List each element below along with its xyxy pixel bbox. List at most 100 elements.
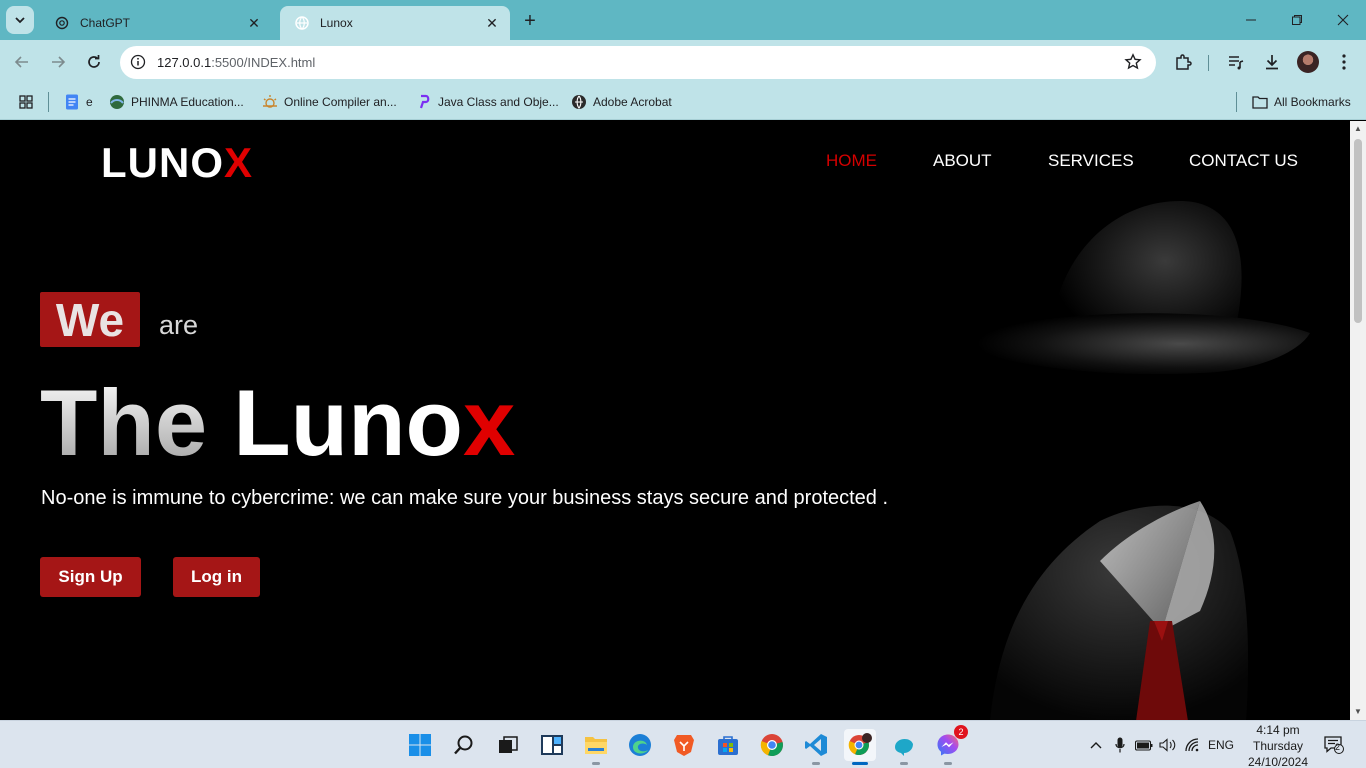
running-indicator [592, 762, 600, 765]
tab-strip: ChatGPT ✕ Lunox ✕ + [0, 0, 1366, 40]
bookmark-item[interactable]: Online Compiler an... [262, 92, 397, 112]
start-button[interactable] [404, 729, 436, 761]
brave-icon [674, 735, 694, 756]
scrollbar-thumb[interactable] [1354, 139, 1362, 323]
bookmarks-divider [48, 92, 49, 112]
running-indicator [944, 762, 952, 765]
volume-button[interactable] [1157, 735, 1179, 755]
playlist-icon [1229, 56, 1244, 70]
url-text[interactable]: 127.0.0.1:5500/INDEX.html [157, 55, 315, 70]
vscode-button[interactable] [800, 729, 832, 765]
messenger-button[interactable]: 2 [932, 725, 968, 765]
nav-about[interactable]: ABOUT [933, 151, 992, 171]
file-explorer-button[interactable] [580, 729, 612, 765]
log-in-button[interactable]: Log in [173, 557, 260, 597]
close-window-button[interactable] [1320, 0, 1366, 40]
bookmarks-divider [1236, 92, 1237, 112]
clock-day: Thursday [1252, 739, 1304, 753]
widgets-button[interactable] [536, 729, 568, 761]
wifi-icon [1185, 738, 1199, 752]
chrome-button[interactable] [756, 729, 788, 761]
nav-contact-us[interactable]: CONTACT US [1189, 151, 1298, 171]
hero-headline: The Lunox [40, 369, 515, 477]
logo-text: LUNO [101, 139, 224, 186]
windows-start-icon [409, 734, 431, 756]
store-icon [718, 736, 738, 755]
kebab-menu-icon [1342, 54, 1346, 70]
brave-button[interactable] [668, 729, 700, 761]
reload-button[interactable] [82, 50, 106, 74]
apps-shortcut[interactable] [18, 92, 40, 112]
task-view-icon [499, 736, 518, 753]
tab-title: Lunox [320, 16, 353, 30]
site-info-icon[interactable] [128, 52, 148, 72]
notification-center-button[interactable]: 2 [1322, 735, 1346, 755]
tab-chatgpt[interactable]: ChatGPT ✕ [40, 6, 272, 40]
tab-search-button[interactable] [6, 6, 34, 34]
nav-services[interactable]: SERVICES [1048, 151, 1134, 171]
minimize-icon [1246, 19, 1256, 21]
bookmarks-bar: e PHINMA Education... Online Compiler an… [0, 85, 1366, 120]
bookmark-item[interactable]: Adobe Acrobat [571, 92, 672, 112]
downloads-button[interactable] [1260, 50, 1284, 74]
edge-dev-button[interactable] [888, 729, 920, 765]
url-host: 127.0.0.1 [157, 55, 212, 70]
sign-up-button[interactable]: Sign Up [40, 557, 141, 597]
chrome-profile-button[interactable] [844, 729, 876, 765]
all-bookmarks-button[interactable]: All Bookmarks [1252, 92, 1351, 112]
minimize-button[interactable] [1228, 0, 1274, 40]
windows-taskbar: 2 ENG 4:14 pm Thursday 24/10/2024 2 [0, 720, 1366, 768]
bookmark-label: e [86, 95, 93, 109]
bookmark-item[interactable]: e [64, 92, 93, 112]
forward-button[interactable] [46, 50, 70, 74]
search-button[interactable] [448, 729, 480, 761]
reload-icon [88, 55, 100, 68]
page-scrollbar[interactable]: ▲ ▼ [1350, 121, 1366, 720]
extensions-button[interactable] [1171, 50, 1195, 74]
network-button[interactable] [1183, 735, 1203, 755]
close-tab-icon[interactable]: ✕ [484, 15, 500, 31]
close-tab-icon[interactable]: ✕ [246, 15, 262, 31]
media-controls-button[interactable] [1224, 50, 1248, 74]
openai-icon [54, 15, 70, 31]
bookmark-item[interactable]: Java Class and Obje... [416, 92, 559, 112]
battery-button[interactable] [1133, 735, 1155, 755]
file-explorer-icon [585, 737, 607, 754]
scroll-down-icon[interactable]: ▼ [1354, 708, 1362, 716]
notification-count: 2 [1335, 742, 1341, 752]
language-indicator[interactable]: ENG [1207, 735, 1235, 755]
chrome-icon [760, 734, 783, 757]
all-bookmarks-label: All Bookmarks [1274, 95, 1351, 109]
show-hidden-icons-button[interactable] [1087, 735, 1105, 755]
restore-button[interactable] [1274, 0, 1320, 40]
vscode-icon [805, 734, 827, 756]
volume-icon [1159, 738, 1176, 752]
store-button[interactable] [712, 729, 744, 761]
edge-button[interactable] [624, 729, 656, 761]
nav-home[interactable]: HOME [826, 151, 877, 171]
bookmark-item[interactable]: PHINMA Education... [109, 92, 244, 112]
globe-icon [294, 15, 310, 31]
microphone-button[interactable] [1111, 735, 1129, 755]
hero-are-text: are [159, 310, 199, 340]
arrow-left-icon [14, 56, 28, 68]
logo-accent-x: X [224, 139, 254, 186]
tab-lunox[interactable]: Lunox ✕ [280, 6, 510, 40]
task-view-button[interactable] [492, 729, 524, 761]
new-tab-button[interactable]: + [518, 9, 542, 33]
running-indicator [852, 762, 868, 765]
back-button[interactable] [10, 50, 34, 74]
hero-we-badge: We [40, 292, 140, 347]
profile-avatar[interactable] [1297, 51, 1319, 73]
address-bar[interactable]: 127.0.0.1:5500/INDEX.html [120, 46, 1156, 79]
puzzle-icon [1176, 54, 1192, 70]
toolbar-divider [1208, 55, 1209, 71]
bookmark-star-icon[interactable] [1124, 53, 1142, 71]
headline-luno: Luno [233, 370, 463, 475]
url-path: :5500/INDEX.html [211, 55, 316, 70]
site-logo[interactable]: LUNOX [101, 139, 253, 187]
browser-menu-button[interactable] [1332, 50, 1356, 74]
scroll-up-icon[interactable]: ▲ [1354, 125, 1362, 133]
clock-time: 4:14 pm [1256, 723, 1300, 737]
taskbar-clock[interactable]: 4:14 pm Thursday 24/10/2024 [1240, 722, 1316, 768]
